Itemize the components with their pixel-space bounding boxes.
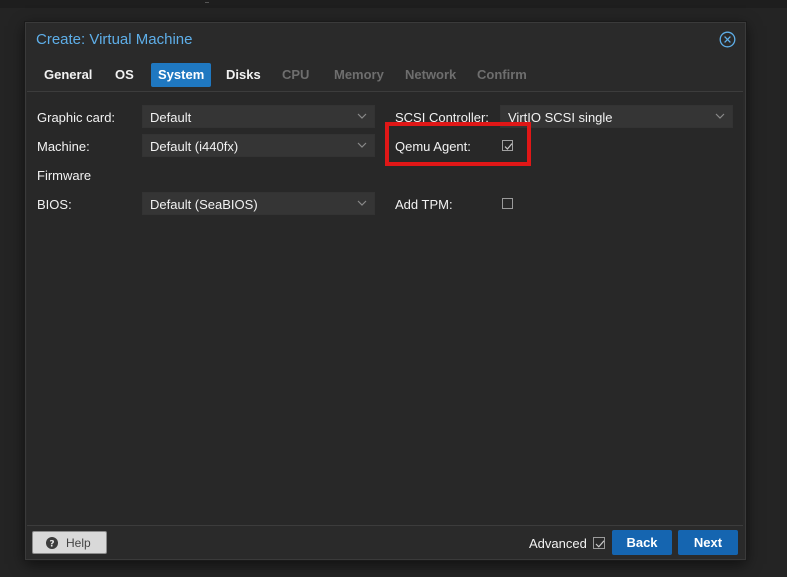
svg-text:?: ?	[49, 539, 54, 549]
background-tick	[205, 2, 209, 3]
next-button[interactable]: Next	[678, 530, 738, 555]
graphic-card-value: Default	[150, 110, 192, 125]
graphic-card-label: Graphic card:	[37, 110, 116, 125]
machine-label: Machine:	[37, 139, 90, 154]
dialog-titlebar: Create: Virtual Machine	[26, 23, 745, 57]
tab-system[interactable]: System	[151, 63, 212, 87]
help-button[interactable]: ? Help	[32, 531, 107, 554]
tab-cpu: CPU	[282, 67, 310, 82]
firmware-section-title: Firmware	[37, 168, 92, 183]
dialog-footer: ? Help Advanced Back Next	[26, 526, 745, 559]
advanced-checkbox[interactable]	[593, 537, 605, 549]
add-tpm-checkbox[interactable]	[502, 198, 513, 209]
tab-general[interactable]: General	[37, 63, 99, 87]
graphic-card-select[interactable]: Default	[142, 105, 375, 128]
add-tpm-label: Add TPM:	[395, 197, 453, 212]
chevron-down-icon	[357, 113, 367, 119]
machine-value: Default (i440fx)	[150, 139, 239, 154]
tab-os[interactable]: OS	[108, 63, 141, 87]
tab-disks[interactable]: Disks	[219, 63, 268, 87]
tab-memory: Memory	[334, 67, 384, 82]
back-button[interactable]: Back	[612, 530, 672, 555]
chevron-down-icon	[357, 200, 367, 206]
chevron-down-icon	[357, 142, 367, 148]
bios-value: Default (SeaBIOS)	[150, 197, 258, 212]
bios-select[interactable]: Default (SeaBIOS)	[142, 192, 375, 215]
tab-confirm: Confirm	[477, 67, 527, 82]
chevron-down-icon	[715, 113, 725, 119]
create-vm-dialog: Create: Virtual Machine General OS Syste…	[25, 22, 746, 560]
bios-label: BIOS:	[37, 197, 72, 212]
machine-select[interactable]: Default (i440fx)	[142, 134, 375, 157]
wizard-tabs: General OS System Disks CPU Memory Netwo…	[26, 63, 745, 87]
question-circle-icon: ?	[46, 537, 58, 549]
scsi-controller-select[interactable]: VirtIO SCSI single	[500, 105, 733, 128]
tab-network: Network	[405, 67, 457, 82]
highlight-annotation-box	[385, 122, 531, 166]
check-icon	[595, 540, 605, 548]
dialog-title: Create: Virtual Machine	[36, 31, 193, 48]
help-button-label: Help	[66, 536, 91, 550]
advanced-label: Advanced	[529, 536, 587, 551]
close-icon[interactable]	[719, 31, 736, 48]
background-app-strip	[0, 0, 787, 8]
